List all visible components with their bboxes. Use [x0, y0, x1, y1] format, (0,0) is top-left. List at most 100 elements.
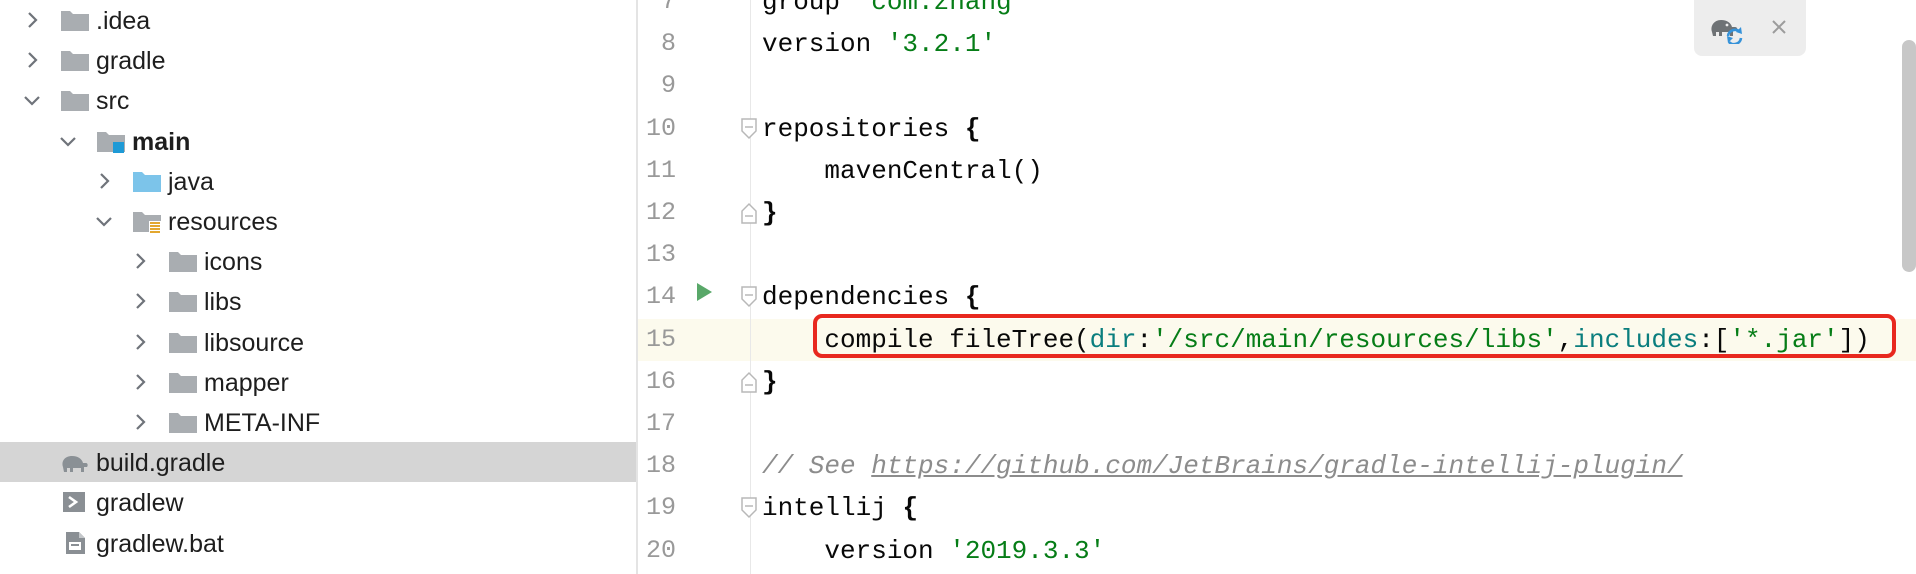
tree-item-label: gradlew — [96, 489, 184, 517]
tree-item-gradlew[interactable]: gradlew — [0, 482, 637, 522]
tree-item-mapper[interactable]: mapper — [0, 362, 637, 402]
tree-item-label: gradlew.bat — [96, 530, 224, 558]
code-token: } — [762, 198, 778, 228]
tree-item-label: java — [168, 168, 214, 196]
fold-marker-icon[interactable] — [739, 496, 759, 520]
code-line[interactable]: version '2019.3.3' — [762, 530, 1105, 572]
tree-item-libsource[interactable]: libsource — [0, 322, 637, 362]
fold-marker-icon[interactable] — [739, 117, 759, 141]
line-number: 14 — [645, 282, 676, 311]
run-gutter-icon[interactable] — [695, 282, 713, 302]
code-link[interactable]: https://github.com/JetBrains/gradle-inte… — [871, 451, 1682, 481]
tree-item-idea[interactable]: .idea — [0, 0, 637, 40]
folder-icon — [60, 88, 90, 112]
gradle-file-icon — [60, 450, 90, 474]
code-line[interactable]: intellij { — [762, 487, 918, 529]
line-number: 12 — [645, 198, 676, 227]
source-root-folder-icon — [96, 129, 126, 153]
line-number: 17 — [645, 409, 676, 438]
line-number: 15 — [645, 325, 676, 354]
tree-item-main[interactable]: main — [0, 121, 637, 161]
chevron-right-icon[interactable] — [130, 281, 150, 321]
tree-item-gradle[interactable]: gradle — [0, 40, 637, 80]
folder-icon — [168, 289, 198, 313]
line-number: 18 — [645, 451, 676, 480]
line-number: 13 — [645, 240, 676, 269]
code-token: // See — [762, 451, 872, 481]
tree-item-build-gradle[interactable]: build.gradle — [0, 442, 637, 482]
code-line[interactable]: dependencies { — [762, 276, 980, 318]
code-line[interactable]: // See https://github.com/JetBrains/grad… — [762, 445, 1683, 487]
code-token: '2019.3.3' — [949, 536, 1106, 566]
code-token: { — [902, 493, 919, 523]
gradle-reload-popup — [1694, 0, 1806, 56]
chevron-right-icon[interactable] — [130, 362, 150, 402]
tree-item-label: META-INF — [204, 409, 321, 437]
tree-item-label: mapper — [204, 369, 289, 397]
tree-item-gradlew-bat[interactable]: gradlew.bat — [0, 523, 637, 563]
tree-item-icons[interactable]: icons — [0, 241, 637, 281]
tree-item-label: libsource — [204, 329, 305, 357]
chevron-right-icon[interactable] — [130, 402, 150, 442]
folder-icon — [168, 249, 198, 273]
folder-icon — [168, 330, 198, 354]
code-line[interactable]: group 'com.zhang' — [762, 0, 1027, 23]
chevron-down-icon[interactable] — [94, 201, 114, 241]
code-token: mavenCentral() — [762, 156, 1043, 186]
fold-marker-icon[interactable] — [739, 201, 759, 225]
line-number: 7 — [660, 0, 676, 16]
chevron-down-icon[interactable] — [22, 80, 42, 120]
line-number: 10 — [645, 114, 676, 143]
folder-icon — [168, 370, 198, 394]
folder-icon — [60, 8, 90, 32]
chevron-right-icon[interactable] — [130, 322, 150, 362]
code-token: } — [762, 367, 778, 397]
code-token: { — [964, 282, 981, 312]
project-tree: .idea gradle src main java resources icons libs… — [0, 0, 637, 574]
gradle-reload-icon[interactable] — [1708, 12, 1744, 44]
code-token: repositories — [762, 114, 965, 144]
code-token: dependencies — [762, 282, 965, 312]
code-line[interactable]: mavenCentral() — [762, 150, 1043, 192]
shell-script-icon — [60, 490, 90, 514]
chevron-right-icon[interactable] — [22, 40, 42, 80]
line-number: 19 — [645, 493, 676, 522]
tree-item-label: libs — [204, 288, 242, 316]
code-token: 'com.zhang' — [855, 0, 1028, 17]
chevron-right-icon[interactable] — [22, 0, 42, 40]
code-line[interactable]: } — [762, 361, 778, 403]
line-number: 20 — [645, 536, 676, 565]
code-line[interactable]: } — [762, 192, 778, 234]
tree-item-label: src — [96, 87, 130, 115]
tree-item-label: icons — [204, 248, 263, 276]
tree-item-resources[interactable]: resources — [0, 201, 637, 241]
code-token: { — [964, 114, 981, 144]
tree-item-label: main — [132, 128, 191, 156]
tree-item-src[interactable]: src — [0, 80, 637, 120]
line-number: 16 — [645, 367, 676, 396]
code-line[interactable]: repositories { — [762, 108, 980, 150]
tree-item-java[interactable]: java — [0, 161, 637, 201]
folder-icon — [168, 410, 198, 434]
code-token: intellij — [762, 493, 903, 523]
annotation-highlight-box — [813, 314, 1896, 358]
tree-item-libs[interactable]: libs — [0, 281, 637, 321]
line-number: 9 — [660, 71, 676, 100]
code-token: group — [762, 0, 856, 17]
fold-marker-icon[interactable] — [739, 285, 759, 309]
close-icon[interactable] — [1770, 18, 1788, 36]
java-source-folder-icon — [132, 169, 162, 193]
code-line[interactable]: version '3.2.1' — [762, 23, 996, 65]
code-token: version — [762, 29, 887, 59]
folder-icon — [60, 48, 90, 72]
chevron-down-icon[interactable] — [58, 121, 78, 161]
tree-item-label: build.gradle — [96, 449, 226, 477]
tree-item-meta-inf[interactable]: META-INF — [0, 402, 637, 442]
code-token: '3.2.1' — [886, 29, 997, 59]
chevron-right-icon[interactable] — [94, 161, 114, 201]
line-number: 11 — [645, 156, 676, 185]
fold-marker-icon[interactable] — [739, 370, 759, 394]
tree-item-label: .idea — [96, 7, 151, 35]
chevron-right-icon[interactable] — [130, 241, 150, 281]
editor-scrollbar[interactable] — [1902, 40, 1916, 272]
